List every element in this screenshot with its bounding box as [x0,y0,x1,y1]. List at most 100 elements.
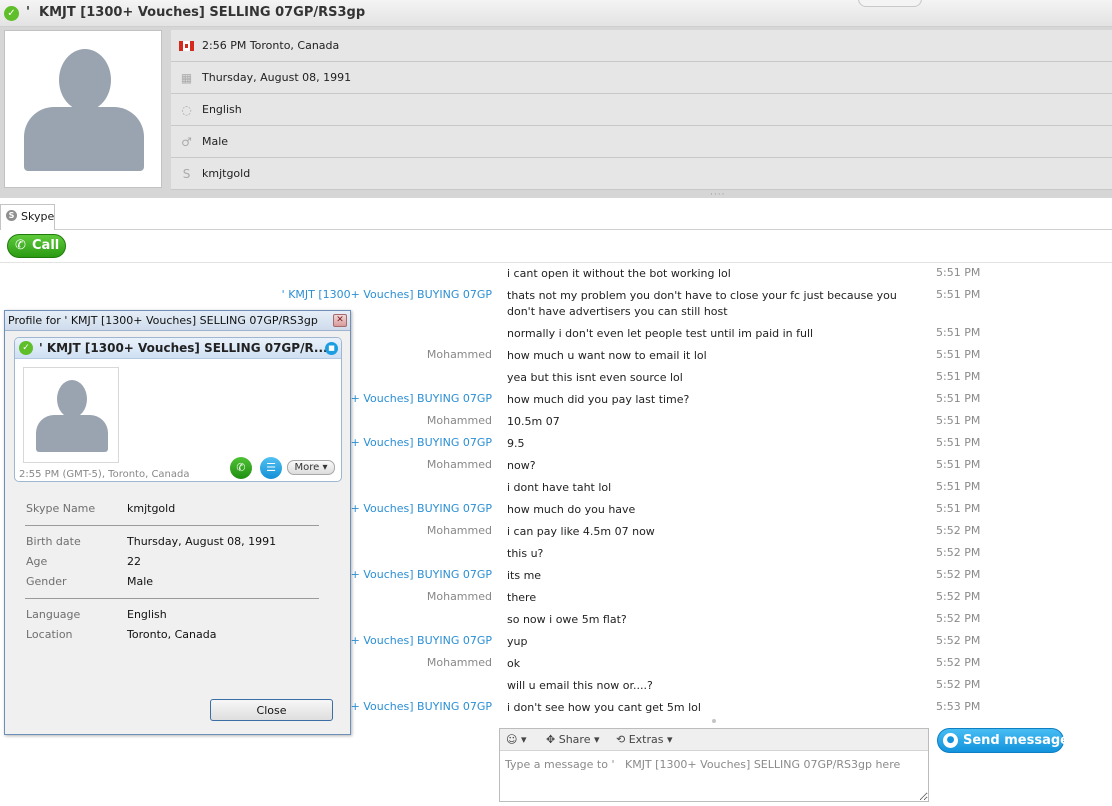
message-text: will u email this now or....? [507,679,653,692]
message-time: 5:51 PM [936,480,981,493]
message-text: yea but this isnt even source lol [507,371,683,384]
message-text: now? [507,459,536,472]
message-text: so now i owe 5m flat? [507,613,627,626]
message-text: ok [507,657,521,670]
close-button[interactable]: Close [210,699,333,721]
speech-icon: ◌ [181,103,192,117]
message-text: yup [507,635,528,648]
message-text: i can pay like 4.5m 07 now [507,525,655,538]
detail-row: Language English [26,608,167,621]
message-time: 5:51 PM [936,288,981,301]
panel-splitter[interactable]: ···· [0,190,1112,200]
message-text: its me [507,569,542,582]
message-time: 5:51 PM [936,348,981,361]
profile-row-skype-name: S kmjtgold [171,158,1112,190]
send-message-button[interactable]: ● Send message [937,728,1069,753]
profile-row-gender: ♂ Male [171,126,1112,158]
profile-avatar [23,367,119,463]
message-time: 5:52 PM [936,590,981,603]
message-text: i don't see how you cant get 5m lol [507,701,701,714]
message-text: how much did you pay last time? [507,393,690,406]
resize-handle[interactable] [712,719,716,723]
divider [25,598,319,599]
message-text: this u? [507,547,544,560]
message-time: 5:51 PM [936,370,981,383]
skype-icon: S [182,167,191,181]
message-sender[interactable]: Mohammed [427,414,492,427]
message-sender[interactable]: ' KMJT [1300+ Vouches] BUYING 07GP [282,288,492,301]
male-icon: ♂ [181,135,192,149]
composer-toolbar: ☺ ▾ ✥ Share ▾ ⟲ Extras ▾ [500,729,928,751]
message-time: 5:51 PM [936,502,981,515]
detail-row: Birth date Thursday, August 08, 1991 [26,535,277,548]
message-sender[interactable]: Mohammed [427,590,492,603]
profile-details: Skype Name kmjtgold Birth date Thursday, A… [25,499,321,645]
message-sender[interactable]: Mohammed [427,524,492,537]
contact-avatar [4,30,162,188]
detail-row: Location Toronto, Canada [26,628,217,641]
emoticon-button[interactable]: ☺ ▾ [506,733,527,746]
message-text: i cant open it without the bot working l… [507,267,731,280]
divider [25,525,319,526]
profile-info-rows: 2:56 PM Toronto, Canada ▦ Thursday, Augu… [171,30,1112,190]
message-composer: ☺ ▾ ✥ Share ▾ ⟲ Extras ▾ [499,728,929,802]
gift-icon: ▦ [180,71,193,85]
extras-icon: ⟲ [616,733,626,746]
smiley-icon: ☺ [506,733,518,746]
detail-row: Age 22 [26,555,141,568]
message-sender[interactable]: 300+ Vouches] BUYING 07GP [330,700,492,713]
chat-bubble-icon: ● [943,733,958,748]
message-sender[interactable]: 300+ Vouches] BUYING 07GP [330,634,492,647]
message-time: 5:53 PM [936,700,981,713]
profile-row-time: 2:56 PM Toronto, Canada [171,30,1112,62]
share-icon: ✥ [546,733,556,746]
message-sender[interactable]: Mohammed [427,458,492,471]
title-bar: ✓ ' KMJT [1300+ Vouches] SELLING 07GP/RS… [0,0,1112,27]
message-time: 5:52 PM [936,612,981,625]
call-icon[interactable]: ✆ [230,457,252,479]
dialog-title-bar[interactable]: Profile for ' KMJT [1300+ Vouches] SELLI… [5,311,350,331]
message-text: how much do you have [507,503,636,516]
chat-icon[interactable]: ☰ [260,457,282,479]
message-sender[interactable]: 300+ Vouches] BUYING 07GP [330,436,492,449]
message-time: 5:51 PM [936,326,981,339]
skype-icon: S [6,210,17,221]
message-time: 5:51 PM [936,414,981,427]
contact-profile-panel: 2:56 PM Toronto, Canada ▦ Thursday, Augu… [0,27,1112,197]
message-sender[interactable]: Mohammed [427,656,492,669]
message-input[interactable] [500,751,928,801]
tab-strip: S Skype [0,198,1112,230]
message-time: 5:52 PM [936,634,981,647]
profile-card: ✓ ' KMJT [1300+ Vouches] SELLING 07GP/R.… [14,337,342,482]
window-grip[interactable] [858,0,922,7]
share-button[interactable]: ✥ Share ▾ [546,733,600,746]
message-text: i dont have taht lol [507,481,612,494]
message-text: normally i don't even let people test un… [507,327,814,340]
extras-button[interactable]: ⟲ Extras ▾ [616,733,673,746]
message-sender[interactable]: 300+ Vouches] BUYING 07GP [330,502,492,515]
profile-row-birthday: ▦ Thursday, August 08, 1991 [171,62,1112,94]
message-time: 5:52 PM [936,546,981,559]
close-icon[interactable]: ✕ [333,314,347,327]
tab-skype[interactable]: S Skype [0,204,55,230]
video-icon[interactable]: ■ [325,342,338,355]
message-time: 5:52 PM [936,678,981,691]
message-sender[interactable]: Mohammed [427,348,492,361]
message-text: how much u want now to email it lol [507,349,707,362]
online-status-icon: ✓ [19,341,33,355]
message-time: 5:52 PM [936,568,981,581]
message-sender[interactable]: 300+ Vouches] BUYING 07GP [330,392,492,405]
detail-row: Skype Name kmjtgold [26,502,176,515]
message-time: 5:52 PM [936,656,981,669]
window-title: ' KMJT [1300+ Vouches] SELLING 07GP/RS3g… [26,5,366,20]
call-button[interactable]: ✆ Call [7,234,66,258]
message-text: there [507,591,537,604]
message-time: 5:51 PM [936,392,981,405]
message-text: 9.5 [507,437,525,450]
more-button[interactable]: More ▾ [287,460,335,475]
phone-icon: ✆ [15,238,26,253]
online-status-icon: ✓ [4,6,19,21]
message-sender[interactable]: 300+ Vouches] BUYING 07GP [330,568,492,581]
message-time: 5:51 PM [936,436,981,449]
profile-row-language: ◌ English [171,94,1112,126]
